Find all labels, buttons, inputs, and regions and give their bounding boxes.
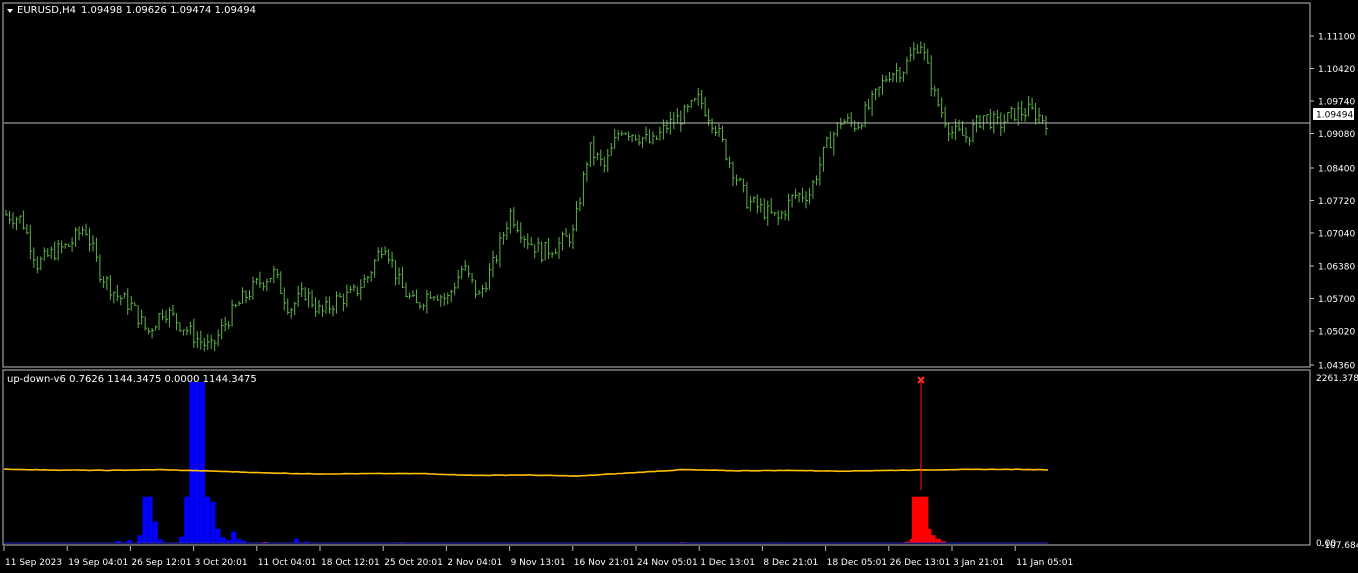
up-histogram-bar [215, 528, 221, 543]
ohlc-values: 1.09498 1.09626 1.09474 1.09494 [81, 5, 256, 16]
current-price-label: 1.09494 [1313, 108, 1354, 121]
price-tick-label: 1.11100 [1318, 33, 1355, 43]
time-tick-label: 3 Jan 21:01 [953, 558, 1004, 568]
up-histogram-bar [205, 496, 211, 543]
up-histogram-bar [158, 539, 164, 543]
time-tick-label: 24 Nov 05:01 [637, 558, 698, 568]
price-tick-label: 1.07040 [1318, 230, 1355, 240]
price-axis: 1.11100 1.10420 1.09740 1.09080 1.08400 1.077… [1310, 33, 1355, 372]
down-histogram-bar [935, 538, 941, 543]
main-price-bars [5, 41, 1048, 352]
up-histogram-bar [236, 538, 242, 543]
time-tick-label: 2 Nov 04:01 [447, 558, 502, 568]
up-histogram-bar [220, 537, 226, 543]
triangle-down-icon[interactable] [7, 9, 13, 13]
indicator-header: up-down-v6 0.7626 1144.3475 0.0000 1144.… [7, 374, 257, 385]
price-tick-label: 1.09080 [1318, 130, 1355, 140]
time-axis: 11 Sep 2023 19 Sep 04:01 26 Sep 12:01 3 Oct… [3, 546, 1073, 568]
up-histogram-bar [152, 521, 158, 543]
time-tick-label: 16 Nov 21:01 [574, 558, 635, 568]
time-tick-label: 3 Oct 20:01 [195, 558, 248, 568]
price-tick-label: 1.06380 [1318, 263, 1355, 273]
up-histogram-bar [194, 382, 200, 543]
x-marker-icon [917, 376, 925, 490]
time-tick-label: 11 Jan 05:01 [1016, 558, 1073, 568]
price-tick-label: 1.04360 [1318, 362, 1355, 372]
price-tick-label: 1.10420 [1318, 65, 1355, 75]
indicator-top-label: 2261.3787 [1316, 374, 1358, 384]
main-chart-frame [2, 2, 1311, 368]
up-histogram-bar [199, 382, 205, 543]
time-tick-label: 19 Sep 04:01 [68, 558, 128, 568]
up-histogram-bar [178, 536, 184, 543]
price-tick-label: 1.07720 [1318, 197, 1355, 207]
indicator-histogram [116, 382, 947, 544]
symbol-label: EURUSD,H4 [17, 5, 76, 16]
time-tick-label: 18 Oct 12:01 [321, 558, 380, 568]
svg-text:1.09494: 1.09494 [1316, 111, 1353, 121]
indicator-bottom-label: -107.6847 [1321, 541, 1358, 551]
time-tick-label: 11 Oct 04:01 [258, 558, 317, 568]
time-tick-label: 11 Sep 2023 [5, 558, 62, 568]
up-histogram-bar [137, 535, 143, 543]
up-histogram-bar [184, 496, 190, 543]
price-tick-label: 1.05020 [1318, 328, 1355, 338]
up-histogram-bar [293, 538, 299, 543]
time-tick-label: 26 Dec 13:01 [890, 558, 951, 568]
time-tick-label: 26 Sep 12:01 [131, 558, 191, 568]
up-histogram-bar [189, 382, 195, 543]
indicator-signal-line [3, 468, 1049, 477]
up-histogram-bar [231, 531, 237, 543]
main-chart-header: EURUSD,H4 1.09498 1.09626 1.09474 1.0949… [7, 5, 256, 16]
time-tick-label: 18 Dec 05:01 [827, 558, 888, 568]
price-tick-label: 1.05700 [1318, 295, 1355, 305]
up-histogram-bar [147, 496, 153, 543]
chart-window[interactable]: EURUSD,H4 1.09498 1.09626 1.09474 1.0949… [0, 0, 1358, 573]
price-tick-label: 1.09740 [1318, 98, 1355, 108]
up-histogram-bar [210, 501, 216, 543]
time-tick-label: 25 Oct 20:01 [384, 558, 443, 568]
down-histogram-bar [930, 535, 936, 543]
price-tick-label: 1.08400 [1318, 165, 1355, 175]
up-histogram-bar [142, 496, 148, 543]
time-tick-label: 9 Nov 13:01 [511, 558, 566, 568]
time-tick-label: 1 Dec 13:01 [700, 558, 755, 568]
time-tick-label: 8 Dec 21:01 [763, 558, 818, 568]
